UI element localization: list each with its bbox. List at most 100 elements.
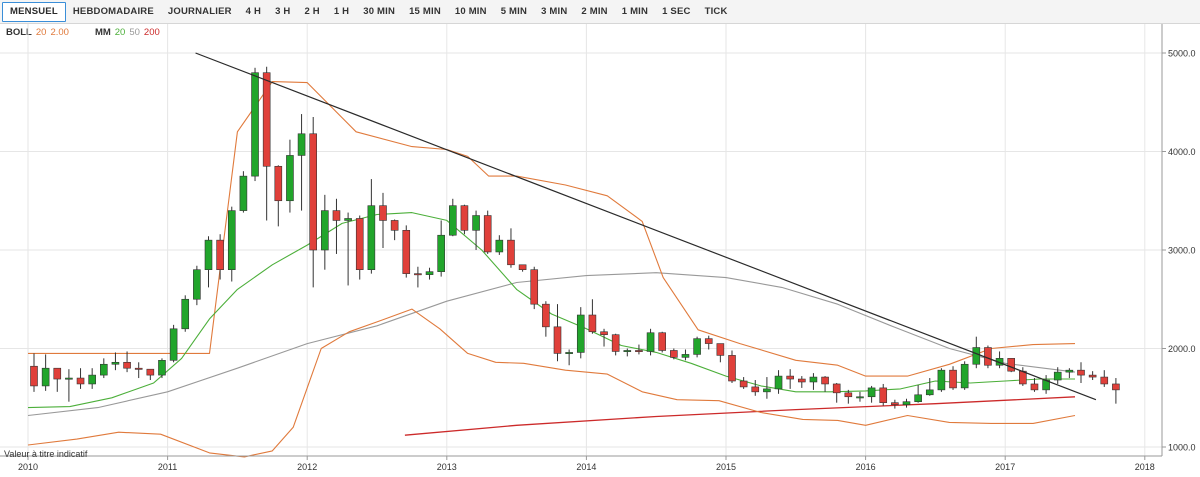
candle: [914, 384, 922, 403]
candle-body: [1100, 376, 1109, 385]
tab-hebdomadaire[interactable]: HEBDOMADAIRE: [66, 2, 161, 22]
tab-1-min[interactable]: 1 MIN: [615, 2, 655, 22]
tab-5-min[interactable]: 5 MIN: [494, 2, 534, 22]
y-tick-label: 2000.0: [1168, 344, 1196, 354]
candle-body: [297, 133, 306, 156]
candle-body: [774, 375, 783, 390]
candle-body: [204, 239, 213, 270]
candle: [739, 377, 748, 389]
candle-body: [600, 331, 608, 336]
candle-body: [483, 215, 492, 253]
candle-body: [460, 205, 469, 231]
candle-body: [972, 347, 981, 365]
candle: [891, 399, 899, 409]
candle-body: [542, 303, 550, 328]
candle-body: [670, 350, 678, 358]
candle-body: [914, 394, 922, 402]
candle: [53, 367, 62, 392]
candle-body: [797, 378, 806, 383]
candle: [169, 324, 178, 363]
candle-body: [704, 338, 713, 344]
candle: [41, 354, 50, 391]
candle: [716, 343, 725, 363]
candle-body: [821, 376, 829, 385]
candle-body: [274, 165, 283, 202]
tab-2-min[interactable]: 2 MIN: [574, 2, 614, 22]
candle-body: [646, 332, 655, 352]
candle-body: [332, 210, 341, 221]
candle-body: [227, 210, 236, 271]
tab-3-min[interactable]: 3 MIN: [534, 2, 574, 22]
candle-body: [576, 314, 585, 353]
candle: [495, 235, 504, 255]
candlestick-series: [30, 66, 1120, 409]
candle-body: [379, 205, 387, 221]
candle: [134, 362, 143, 379]
candle: [681, 349, 690, 361]
candle-body: [193, 269, 201, 300]
candle-body: [355, 218, 364, 270]
candle: [1112, 378, 1120, 404]
tab-1-h[interactable]: 1 H: [327, 2, 356, 22]
candle: [472, 210, 480, 250]
candle: [623, 348, 632, 357]
candle: [693, 336, 701, 358]
candle: [821, 376, 829, 392]
candle: [332, 198, 341, 254]
candle: [181, 295, 190, 332]
chart-axes: 1000.0 2000.0 3000.0 4000.0 5000.0 2010 2011 20…: [0, 24, 1196, 472]
candle-body: [635, 350, 643, 352]
candle-body: [251, 72, 259, 177]
candle: [530, 266, 539, 310]
price-chart[interactable]: 1000.0 2000.0 3000.0 4000.0 5000.0 2010 2011 20…: [0, 24, 1200, 477]
x-tick-label: 2010: [18, 462, 38, 472]
candle-body: [390, 220, 399, 231]
candle-body: [65, 377, 73, 380]
tab-30-min[interactable]: 30 MIN: [356, 2, 402, 22]
candle-body: [158, 360, 166, 376]
candle: [1100, 370, 1109, 387]
candle: [879, 383, 888, 406]
x-tick-label: 2013: [437, 462, 457, 472]
candle-body: [553, 326, 562, 354]
candle: [251, 67, 259, 182]
tab-journalier[interactable]: JOURNALIER: [161, 2, 239, 22]
tab-3-h[interactable]: 3 H: [268, 2, 297, 22]
candle-body: [495, 239, 504, 253]
candle: [111, 352, 120, 371]
ma200-line: [404, 396, 1076, 436]
candle-body: [565, 352, 573, 354]
boll-upper-line: [28, 81, 1076, 377]
candle: [239, 171, 248, 213]
tab-2-h[interactable]: 2 H: [297, 2, 326, 22]
candle: [902, 398, 911, 408]
candle-body: [960, 363, 969, 389]
tab-tick[interactable]: TICK: [698, 2, 735, 22]
tab-10-min[interactable]: 10 MIN: [448, 2, 494, 22]
candle: [786, 369, 794, 389]
candle: [193, 265, 201, 306]
candle-body: [181, 298, 190, 330]
candle-body: [216, 239, 224, 270]
candle-body: [1007, 358, 1016, 372]
y-tick-label: 3000.0: [1168, 246, 1196, 256]
tab-1-sec[interactable]: 1 SEC: [655, 2, 697, 22]
candle-body: [530, 269, 539, 305]
candle: [100, 358, 108, 379]
candle: [600, 328, 608, 347]
candle: [321, 194, 329, 270]
candle-body: [414, 273, 422, 276]
candle-body: [123, 361, 131, 369]
candle: [1030, 378, 1039, 392]
candle-body: [751, 386, 760, 393]
candle-body: [41, 367, 50, 387]
candle-body: [1112, 383, 1120, 391]
tab-mensuel[interactable]: MENSUEL: [2, 1, 66, 22]
candle-body: [832, 383, 841, 394]
tab-15-min[interactable]: 15 MIN: [402, 2, 448, 22]
candle: [274, 165, 283, 227]
candle-body: [809, 376, 818, 383]
candle: [1042, 375, 1050, 394]
candle: [1077, 362, 1085, 383]
tab-4-h[interactable]: 4 H: [239, 2, 268, 22]
